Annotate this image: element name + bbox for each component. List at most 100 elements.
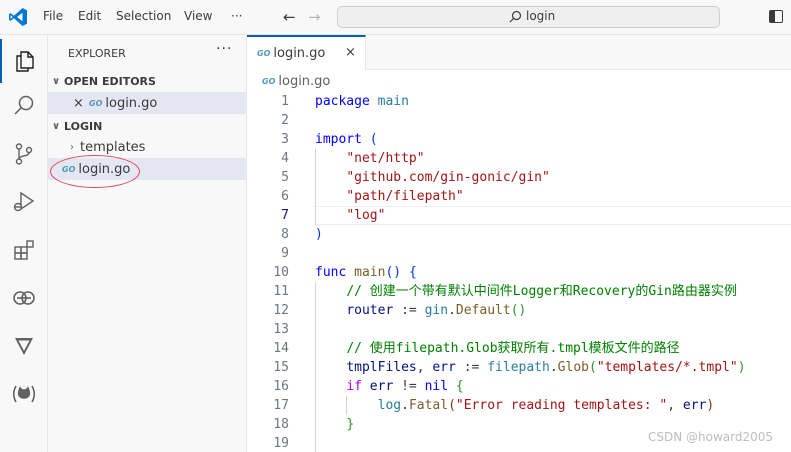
code-line[interactable]: 16 if err != nil { (247, 377, 791, 396)
code-text: } (346, 417, 355, 432)
line-number: 9 (281, 246, 289, 261)
code-editor[interactable]: 1 package main 2 3 import (4 "net/http" 5 "gi… (247, 92, 791, 452)
source-control-icon[interactable] (0, 132, 48, 176)
go-file-icon: GO (262, 77, 276, 86)
line-number: 19 (273, 436, 289, 451)
code-text: import ( (315, 132, 378, 147)
indent-guide (315, 149, 316, 225)
go-file-icon: GO (89, 98, 103, 108)
explorer-sidebar: EXPLORER ··· ∨ OPEN EDITORS × GO login.g… (48, 35, 247, 452)
code-line[interactable]: 15 tmplFiles, err := filepath.Glob("temp… (247, 358, 791, 377)
line-number: 13 (273, 322, 289, 337)
code-line[interactable]: 17 log.Fatal("Error reading templates: "… (247, 396, 791, 415)
line-number: 8 (281, 227, 289, 242)
line-number: 3 (281, 132, 289, 147)
watermark: CSDN @howard2005 (648, 430, 774, 444)
code-line[interactable]: 6 "path/filepath" (247, 187, 791, 206)
close-icon[interactable]: × (73, 96, 89, 111)
remote-explorer-icon[interactable] (0, 276, 48, 320)
open-editor-filename: login.go (105, 95, 158, 111)
code-line[interactable]: 4 "net/http" (247, 149, 791, 168)
tab-login-go[interactable]: GO login.go × (247, 35, 366, 70)
line-number: 4 (281, 151, 289, 166)
chevron-right-icon: › (70, 141, 74, 153)
code-text: "github.com/gin-gonic/gin" (346, 170, 550, 185)
annotation-ellipse (50, 155, 140, 188)
more-actions-icon[interactable]: ··· (216, 41, 232, 57)
code-line[interactable]: 2 (247, 111, 791, 130)
github-icon[interactable] (0, 372, 48, 416)
code-line[interactable]: 3 import ( (247, 130, 791, 149)
code-text: package main (315, 94, 409, 109)
menu-edit[interactable]: Edit (78, 9, 101, 23)
project-section[interactable]: ∨ LOGIN (48, 115, 247, 137)
extensions-icon[interactable] (0, 228, 48, 272)
code-text: router := gin.Default() (346, 303, 527, 318)
run-debug-icon[interactable] (0, 180, 48, 224)
menu-selection[interactable]: Selection (116, 9, 171, 23)
command-center-search[interactable]: login (337, 6, 720, 28)
search-icon (509, 10, 522, 22)
code-text: // 使用filepath.Glob获取所有.tmpl模板文件的路径 (346, 341, 680, 356)
open-editors-label: OPEN EDITORS (64, 74, 156, 88)
code-text: tmplFiles, err := filepath.Glob("templat… (346, 360, 746, 375)
code-line[interactable]: 13 (247, 320, 791, 339)
line-number: 15 (273, 360, 289, 375)
toggle-sidebar-icon[interactable] (769, 10, 783, 23)
vscode-logo-icon (9, 8, 27, 26)
sidebar-title: EXPLORER (68, 47, 126, 60)
code-text: "net/http" (346, 151, 425, 166)
line-number: 14 (273, 341, 289, 356)
chevron-down-icon: ∨ (51, 120, 61, 132)
line-number: 6 (281, 189, 289, 204)
back-arrow-icon[interactable]: ← (283, 8, 296, 26)
line-number: 10 (273, 265, 289, 280)
code-text: log.Fatal("Error reading templates: ", e… (377, 398, 715, 413)
line-number: 12 (273, 303, 289, 318)
chevron-down-icon: ∨ (51, 75, 61, 87)
indent-guide (315, 282, 316, 452)
open-editor-item-login-go[interactable]: × GO login.go (48, 92, 247, 114)
code-line[interactable]: 11 // 创建一个带有默认中间件Logger和Recovery的Gin路由器实… (247, 282, 791, 301)
folder-templates[interactable]: › templates (48, 136, 247, 158)
menu-file[interactable]: File (43, 9, 63, 23)
indent-guide (346, 396, 348, 415)
project-label: LOGIN (64, 119, 103, 133)
line-number: 2 (281, 113, 289, 128)
line-number: 17 (273, 398, 289, 413)
line-number: 1 (281, 94, 289, 109)
code-line[interactable]: 5 "github.com/gin-gonic/gin" (247, 168, 791, 187)
testing-icon[interactable] (0, 324, 48, 368)
code-text: func main() { (315, 265, 417, 280)
menu-view[interactable]: View (184, 9, 212, 23)
code-text: "path/filepath" (346, 189, 464, 204)
menu-more[interactable]: ··· (231, 9, 242, 23)
search-icon[interactable] (0, 84, 48, 128)
title-bar: File Edit Selection View ··· ← → login (0, 0, 791, 35)
code-text: "log" (346, 208, 386, 223)
line-number: 16 (273, 379, 289, 394)
code-line[interactable]: 9 (247, 244, 791, 263)
explorer-icon[interactable] (0, 39, 48, 83)
code-line[interactable]: 7 "log" (247, 206, 791, 225)
open-editors-section[interactable]: ∨ OPEN EDITORS (48, 70, 247, 92)
code-line[interactable]: 14 // 使用filepath.Glob获取所有.tmpl模板文件的路径 (247, 339, 791, 358)
close-icon[interactable]: × (345, 45, 356, 60)
forward-arrow-icon[interactable]: → (308, 8, 321, 26)
code-line[interactable]: 10 func main() { (247, 263, 791, 282)
line-number: 11 (273, 284, 289, 299)
breadcrumb[interactable]: GO login.go (262, 74, 330, 89)
folder-templates-label: templates (80, 139, 146, 155)
search-text: login (526, 9, 556, 23)
activity-bar (0, 35, 48, 452)
code-line[interactable]: 1 package main (247, 92, 791, 111)
code-line[interactable]: 8) (247, 225, 791, 244)
code-text: // 创建一个带有默认中间件Logger和Recovery的Gin路由器实例 (346, 284, 737, 299)
code-text: ) (315, 227, 323, 242)
line-number: 7 (281, 208, 289, 223)
code-text: if err != nil { (346, 379, 464, 394)
tab-label: login.go (273, 46, 326, 61)
line-number: 18 (273, 417, 289, 432)
code-line[interactable]: 12 router := gin.Default() (247, 301, 791, 320)
line-number: 5 (281, 170, 289, 185)
